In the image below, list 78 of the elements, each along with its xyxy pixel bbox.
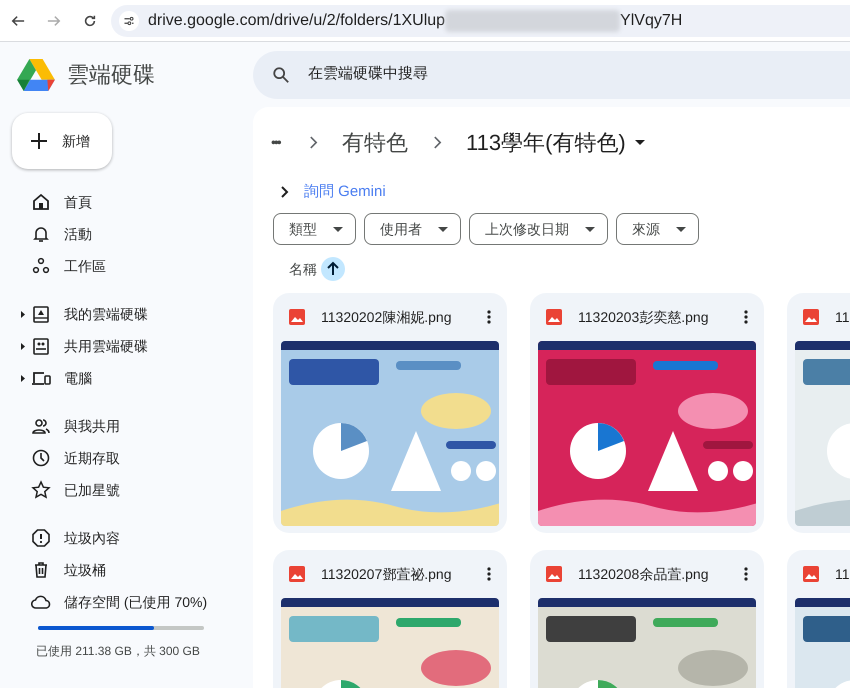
- more-options-icon[interactable]: [487, 310, 491, 324]
- url-text: YlVqy7H: [620, 10, 682, 30]
- overflow-menu-button[interactable]: •••: [271, 132, 295, 152]
- dropdown-arrow-icon: [676, 226, 686, 232]
- image-file-icon: [546, 566, 562, 582]
- new-button[interactable]: 新增: [12, 113, 112, 169]
- gemini-link[interactable]: 詢問 Gemini: [304, 180, 386, 204]
- search-icon[interactable]: [272, 66, 290, 84]
- more-options-icon[interactable]: [744, 567, 748, 581]
- expand-arrow-icon[interactable]: [21, 343, 25, 350]
- drive-logo-icon: [17, 58, 55, 92]
- filter-chip[interactable]: 類型: [273, 213, 356, 245]
- search-bar[interactable]: 在雲端硬碟中搜尋: [253, 50, 850, 98]
- sidebar-item[interactable]: 共用雲端硬碟: [0, 330, 253, 362]
- app-name: 雲端硬碟: [67, 61, 155, 89]
- filter-chip[interactable]: 使用者: [364, 213, 461, 245]
- plus-icon: [30, 132, 48, 150]
- image-file-icon: [803, 566, 819, 582]
- chevron-right-icon: [433, 136, 442, 148]
- dropdown-arrow-icon: [333, 226, 343, 232]
- image-file-icon: [289, 309, 305, 325]
- address-bar[interactable]: drive.google.com/drive/u/2/folders/1XUlup YlVqy7H: [111, 4, 850, 36]
- dropdown-arrow-icon[interactable]: [634, 140, 645, 144]
- expand-arrow-icon[interactable]: [21, 375, 25, 382]
- sidebar-item[interactable]: 垃圾桶: [0, 554, 253, 586]
- file-name: 11320208余品萓.png: [578, 564, 710, 584]
- more-options-icon[interactable]: [487, 567, 491, 581]
- sidebar-item[interactable]: 儲存空間 (已使用 70%): [0, 586, 253, 618]
- sidebar-item[interactable]: 首頁: [0, 186, 253, 218]
- sidebar-item[interactable]: 垃圾內容: [0, 522, 253, 554]
- sidebar-item[interactable]: 活動: [0, 218, 253, 250]
- more-options-icon[interactable]: [744, 310, 748, 324]
- warning-icon: [31, 528, 51, 548]
- file-card[interactable]: 11320207鄧萓祕.png: [273, 550, 507, 688]
- breadcrumb-link[interactable]: 有特色: [342, 126, 408, 158]
- file-card[interactable]: 11: [787, 550, 850, 688]
- image-file-icon: [546, 309, 562, 325]
- image-file-icon: [289, 566, 305, 582]
- search-field[interactable]: 在雲端硬碟中搜尋: [308, 63, 708, 86]
- file-card[interactable]: 11320202陳湘妮.png: [273, 293, 507, 533]
- clock-icon: [31, 448, 51, 468]
- reload-icon[interactable]: [83, 14, 97, 28]
- file-card[interactable]: 11: [787, 293, 850, 533]
- sidebar-item[interactable]: 工作區: [0, 250, 253, 282]
- url-text: drive.google.com/drive/u/2/folders/1XUlup: [148, 10, 446, 30]
- workspace-icon: [31, 256, 51, 276]
- current-folder-title[interactable]: 113學年(有特色): [466, 126, 626, 158]
- filter-chip[interactable]: 來源: [616, 213, 699, 245]
- chevron-right-icon[interactable]: [280, 186, 290, 198]
- file-name: 11320202陳湘妮.png: [321, 308, 452, 327]
- storage-usage-text: 已使用 211.38 GB，共 300 GB: [36, 643, 201, 660]
- filter-chip[interactable]: 上次修改日期: [469, 213, 608, 245]
- file-name: 11: [835, 564, 850, 584]
- back-icon[interactable]: [11, 14, 25, 28]
- site-settings-icon[interactable]: [119, 10, 139, 30]
- dropdown-arrow-icon: [438, 226, 448, 232]
- sidebar-item[interactable]: 電腦: [0, 362, 253, 394]
- home-icon: [31, 192, 51, 212]
- file-name: 11: [835, 308, 850, 326]
- sidebar-item[interactable]: 已加星號: [0, 474, 253, 506]
- chevron-right-icon: [309, 136, 318, 148]
- sidebar-item[interactable]: 與我共用: [0, 410, 253, 442]
- shared-drive-icon: [31, 336, 51, 356]
- file-card[interactable]: 11320208余品萓.png: [530, 550, 764, 688]
- sort-label[interactable]: 名稱: [289, 258, 317, 280]
- star-icon: [31, 480, 51, 500]
- expand-arrow-icon[interactable]: [21, 311, 25, 318]
- file-name: 11320207鄧萓祕.png: [321, 564, 452, 584]
- drive-folder-icon: [31, 304, 51, 324]
- bell-icon: [31, 224, 51, 244]
- image-file-icon: [803, 309, 819, 325]
- file-card[interactable]: 11320203彭奕慈.png: [530, 293, 764, 533]
- people-icon: [31, 416, 51, 436]
- file-name: 11320203彭奕慈.png: [578, 308, 710, 327]
- sidebar-item[interactable]: 我的雲端硬碟: [0, 298, 253, 330]
- sort-ascending-icon[interactable]: [321, 257, 345, 281]
- sidebar-item[interactable]: 近期存取: [0, 442, 253, 474]
- dropdown-arrow-icon: [585, 226, 595, 232]
